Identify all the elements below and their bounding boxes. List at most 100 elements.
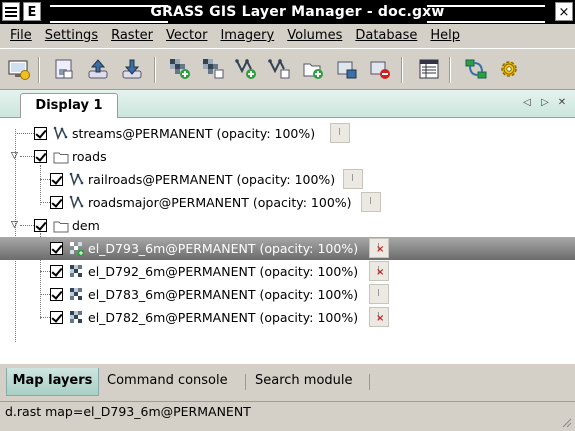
layer-label: el_D782_6m@PERMANENT (opacity: 100%) [88, 310, 359, 325]
layer-row-roadsmajor[interactable]: roadsmajor@PERMANENT (opacity: 100%) [0, 191, 575, 214]
menu-bar: File Settings Raster Vector Imagery Volu… [0, 24, 575, 48]
toolbar [0, 48, 575, 90]
attribute-table-button[interactable] [417, 57, 441, 81]
layer-checkbox[interactable] [50, 196, 63, 209]
layer-row-el-d783[interactable]: el_D783_6m@PERMANENT (opacity: 100%) [0, 283, 575, 306]
tree-connector [40, 179, 50, 180]
e-button[interactable]: E [23, 2, 41, 21]
layer-checkbox[interactable] [50, 173, 63, 186]
layer-properties-button[interactable] [369, 307, 389, 327]
remove-layer-icon [370, 61, 390, 79]
menu-help-label: Help [430, 28, 461, 43]
open-workspace-icon [88, 59, 108, 79]
open-workspace-button[interactable] [86, 57, 110, 81]
menu-imagery[interactable]: Imagery [214, 25, 281, 47]
menu-raster[interactable]: Raster [105, 25, 160, 47]
close-window-button[interactable]: × [555, 2, 573, 21]
layer-label: el_D793_6m@PERMANENT (opacity: 100%) [88, 241, 359, 256]
layer-properties-button[interactable] [369, 284, 389, 304]
tab-scroll-left-icon[interactable]: ◁ [521, 96, 533, 110]
new-workspace-button[interactable] [52, 57, 76, 81]
status-bar: d.rast map=el_D793_6m@PERMANENT [0, 401, 575, 431]
resize-grip-icon[interactable] [560, 416, 572, 428]
layer-checkbox[interactable] [50, 311, 63, 324]
tree-connector [40, 294, 50, 295]
add-multiple-raster-icon [203, 59, 224, 79]
layer-row-streams[interactable]: streams@PERMANENT (opacity: 100%) [0, 122, 575, 145]
tree-connector [15, 133, 34, 134]
add-raster-button[interactable] [168, 57, 192, 81]
raster-layer-icon [69, 310, 85, 326]
add-group-button[interactable] [301, 57, 325, 81]
layer-checkbox[interactable] [50, 288, 63, 301]
modeler-button[interactable] [464, 57, 488, 81]
layer-properties-button[interactable] [330, 123, 350, 143]
tab-search-module[interactable]: Search module [247, 368, 361, 396]
layer-row-el-d782[interactable]: el_D782_6m@PERMANENT (opacity: 100%) [0, 306, 575, 329]
group-row-roads[interactable]: ▽ roads [0, 145, 575, 168]
layer-properties-button[interactable] [369, 261, 389, 281]
modeler-icon [465, 59, 487, 79]
layer-row-el-d793[interactable]: el_D793_6m@PERMANENT (opacity: 100%) [0, 237, 575, 260]
new-display-button[interactable] [7, 57, 31, 81]
menu-volumes-label: Volumes [287, 28, 343, 43]
menu-settings[interactable]: Settings [39, 25, 105, 47]
menu-database-label: Database [355, 28, 418, 43]
add-multiple-vector-icon [268, 58, 290, 79]
vector-layer-icon [53, 126, 69, 142]
bottom-tabbar: Map layers Command console Search module [0, 364, 575, 401]
toolbar-separator [401, 57, 403, 83]
remove-layer-button[interactable] [368, 57, 392, 81]
add-overlay-button[interactable] [335, 57, 359, 81]
group-row-dem[interactable]: ▽ dem [0, 214, 575, 237]
tree-connector [40, 317, 50, 318]
add-vector-button[interactable] [234, 57, 258, 81]
add-vector-icon [235, 58, 256, 79]
layer-label: el_D783_6m@PERMANENT (opacity: 100%) [88, 287, 359, 302]
attribute-table-icon [419, 59, 439, 79]
tab-display-1[interactable]: Display 1 [20, 93, 118, 119]
tab-scroll-right-icon[interactable]: ▷ [539, 96, 551, 110]
layer-label: railroads@PERMANENT (opacity: 100%) [88, 172, 336, 187]
add-multiple-raster-button[interactable] [201, 57, 225, 81]
title-bar: E GRASS GIS Layer Manager - doc.gxw × [0, 0, 575, 24]
tab-map-layers[interactable]: Map layers [6, 368, 99, 396]
display-tabstrip: Display 1 ◁ ▷ ✕ [0, 90, 575, 119]
window-menu-icon [5, 7, 17, 17]
add-overlay-icon [337, 61, 357, 79]
layer-properties-button[interactable] [369, 238, 389, 258]
window-menu-button[interactable] [2, 2, 20, 21]
tab-command-console[interactable]: Command console [99, 368, 236, 396]
menu-file[interactable]: File [4, 25, 39, 47]
tab-separator [369, 374, 370, 390]
settings-button[interactable] [497, 57, 521, 81]
menu-database[interactable]: Database [349, 25, 424, 47]
save-workspace-button[interactable] [120, 57, 144, 81]
menu-imagery-label: Imagery [220, 28, 275, 43]
add-raster-icon [170, 59, 190, 79]
toolbar-separator [154, 57, 156, 83]
raster-layer-icon [69, 241, 85, 257]
menu-help[interactable]: Help [424, 25, 467, 47]
menu-vector[interactable]: Vector [160, 25, 214, 47]
add-multiple-vector-button[interactable] [267, 57, 291, 81]
tab-close-icon[interactable]: ✕ [556, 96, 568, 110]
layer-row-railroads[interactable]: railroads@PERMANENT (opacity: 100%) [0, 168, 575, 191]
layer-properties-button[interactable] [343, 169, 363, 189]
layer-checkbox[interactable] [34, 150, 47, 163]
tree-connector [20, 156, 34, 157]
layer-checkbox[interactable] [34, 219, 47, 232]
layer-checkbox[interactable] [34, 127, 47, 140]
toolbar-separator [38, 57, 40, 83]
folder-icon [53, 149, 69, 165]
layer-checkbox[interactable] [50, 265, 63, 278]
tree-connector [40, 271, 50, 272]
layer-checkbox[interactable] [50, 242, 63, 255]
window-title-wrap: GRASS GIS Layer Manager - doc.gxw [44, 0, 551, 24]
menu-volumes[interactable]: Volumes [281, 25, 349, 47]
layer-row-el-d792[interactable]: el_D792_6m@PERMANENT (opacity: 100%) [0, 260, 575, 283]
raster-layer-icon [69, 287, 85, 303]
raster-layer-icon [69, 264, 85, 280]
menu-raster-label: Raster [111, 28, 154, 43]
layer-properties-button[interactable] [361, 192, 381, 212]
